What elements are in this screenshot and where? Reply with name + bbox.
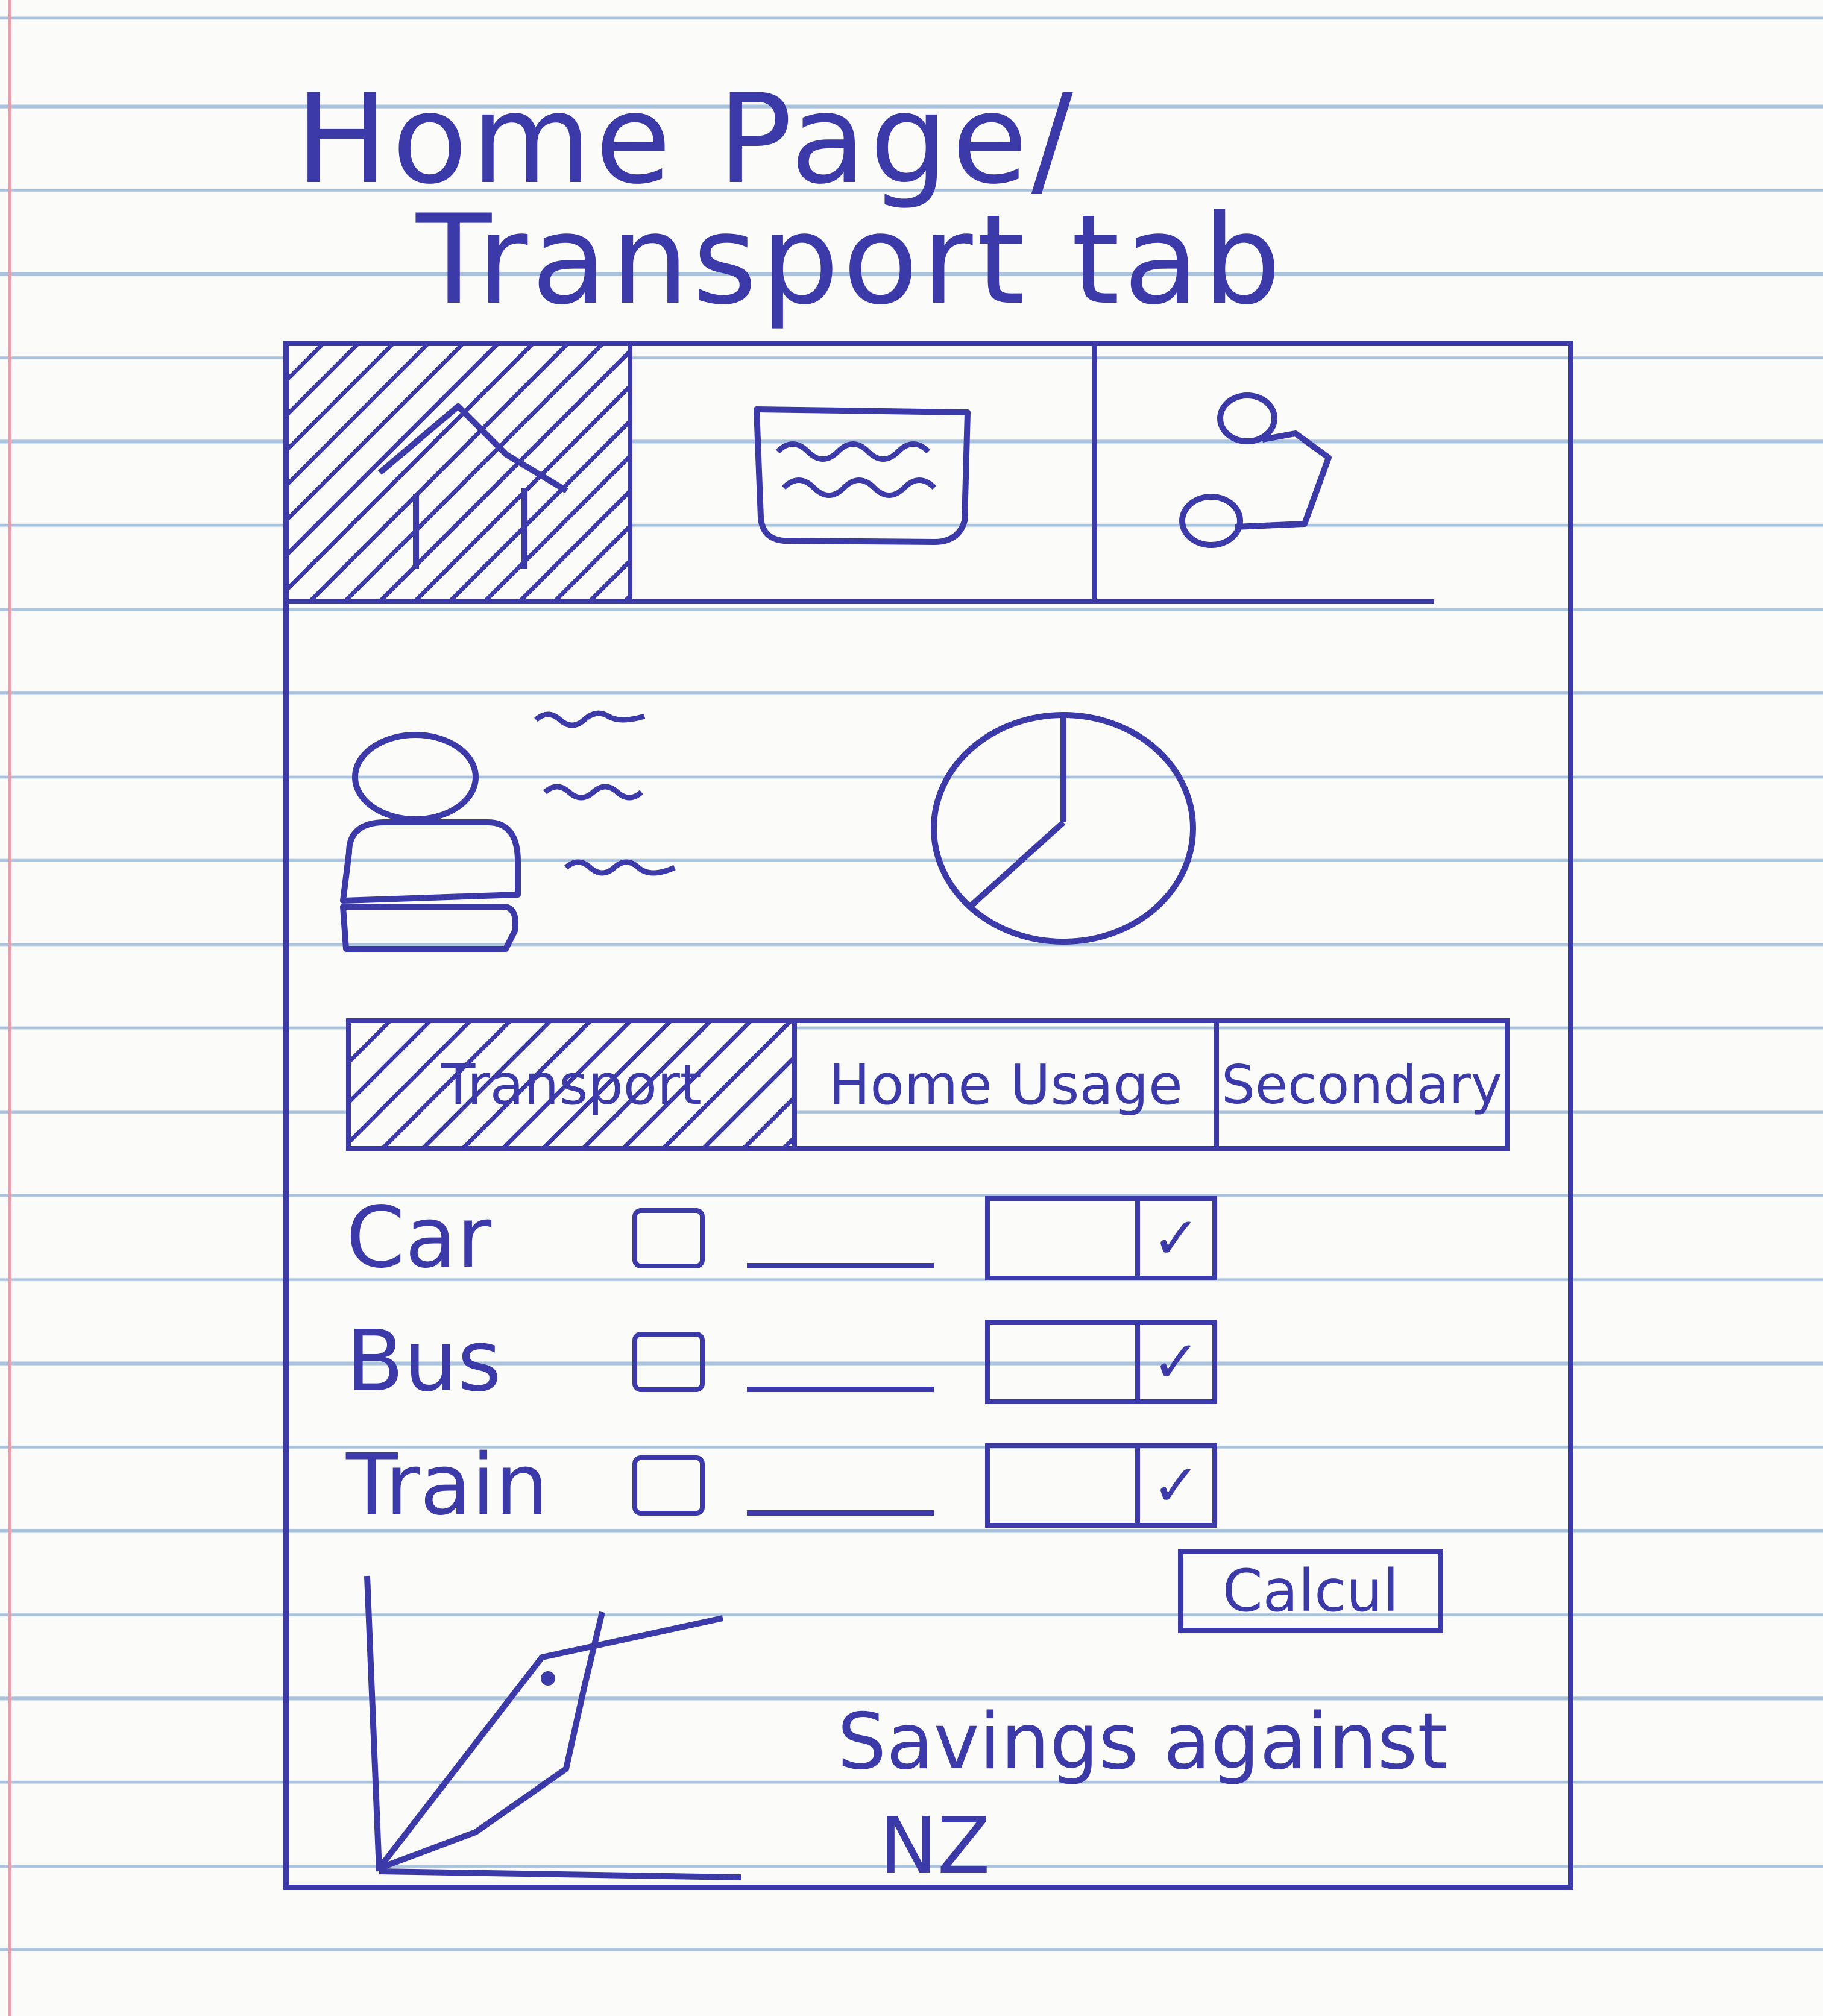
transport-toggle-train[interactable]: ✓ xyxy=(985,1443,1217,1528)
check-icon: ✓ xyxy=(1135,1448,1212,1523)
toggle-field xyxy=(990,1201,1135,1276)
category-tab-bar: Transport Home Usage Secondary xyxy=(346,1018,1510,1151)
transport-checkbox-bus[interactable] xyxy=(632,1332,705,1392)
toggle-field xyxy=(990,1325,1135,1399)
transport-amount-input-train[interactable] xyxy=(747,1510,934,1516)
paper-margin-line xyxy=(8,0,11,2016)
sketch-title-line1: Home Page/ xyxy=(295,68,1077,212)
phone-frame: Transport Home Usage Secondary Car ✓ Bus… xyxy=(283,341,1573,1891)
transport-checkbox-car[interactable] xyxy=(632,1208,705,1268)
newspaper-icon xyxy=(754,406,971,545)
transport-row-label: Train xyxy=(346,1436,549,1534)
tab-home-usage-label: Home Usage xyxy=(828,1052,1183,1117)
transport-toggle-car[interactable]: ✓ xyxy=(985,1196,1217,1280)
home-icon xyxy=(377,403,568,569)
chart-caption-line2: NZ xyxy=(880,1801,990,1891)
calculate-button[interactable]: Calcul xyxy=(1178,1549,1443,1633)
route-icon xyxy=(1179,392,1332,548)
transport-row-train: Train ✓ xyxy=(346,1434,1217,1537)
tab-home-usage[interactable]: Home Usage xyxy=(797,1023,1219,1146)
sketch-title-line2: Transport tab xyxy=(416,189,1285,332)
transport-amount-input-bus[interactable] xyxy=(747,1386,934,1392)
check-icon: ✓ xyxy=(1135,1325,1212,1399)
tab-secondary[interactable]: Secondary xyxy=(1219,1023,1505,1146)
tab-secondary-label: Secondary xyxy=(1221,1053,1503,1116)
nav-tab-map[interactable] xyxy=(1097,346,1434,599)
transport-row-bus: Bus ✓ xyxy=(346,1311,1217,1413)
transport-checkbox-train[interactable] xyxy=(632,1455,705,1516)
transport-toggle-bus[interactable]: ✓ xyxy=(985,1320,1217,1404)
user-avatar-icon xyxy=(340,732,521,952)
savings-line-chart xyxy=(364,1575,741,1880)
nav-tab-news[interactable] xyxy=(632,346,1097,599)
transport-amount-input-car[interactable] xyxy=(747,1262,934,1268)
tab-transport[interactable]: Transport xyxy=(351,1023,797,1146)
toggle-field xyxy=(990,1448,1135,1523)
tab-transport-label: Transport xyxy=(441,1052,702,1117)
chart-caption-line1: Savings against xyxy=(837,1697,1448,1787)
nav-tab-home[interactable] xyxy=(289,346,632,599)
usage-pie-chart xyxy=(931,712,1196,945)
chart-caption: Savings against NZ xyxy=(837,1690,1561,1899)
transport-row-label: Car xyxy=(346,1189,492,1287)
top-nav-bar xyxy=(289,346,1434,604)
check-icon: ✓ xyxy=(1135,1201,1212,1276)
transport-row-label: Bus xyxy=(346,1312,502,1411)
profile-details-lines xyxy=(534,710,676,876)
transport-row-car: Car ✓ xyxy=(346,1187,1217,1290)
